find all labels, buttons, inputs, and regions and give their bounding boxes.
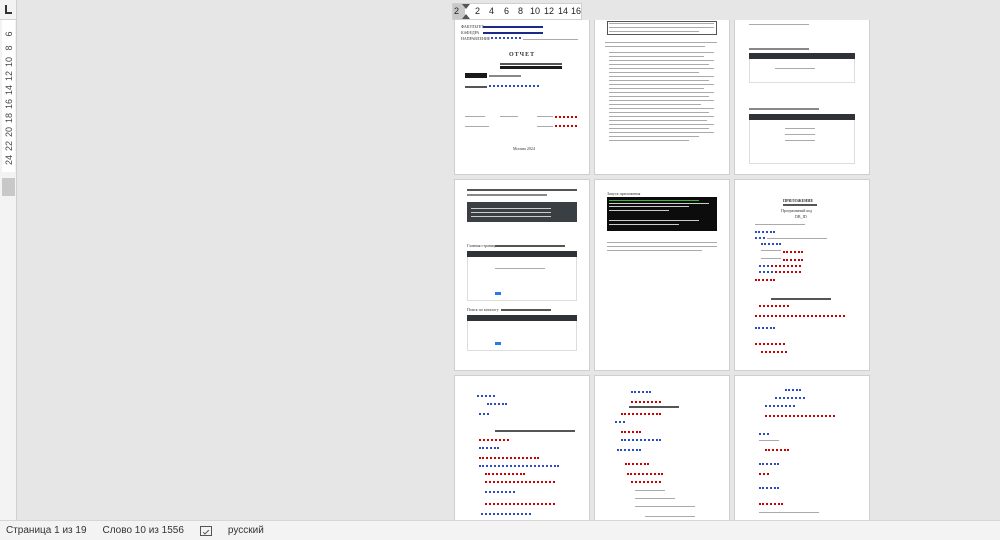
ruler-tick: 18 [4, 113, 14, 124]
ruler-bottom-margin [2, 178, 15, 196]
screenshot [467, 251, 577, 301]
tab-selector-button[interactable] [0, 0, 17, 20]
ruler-tick: 2 [475, 6, 481, 16]
proofing-check-icon[interactable] [199, 525, 212, 536]
ruler-tick: 24 [4, 155, 14, 166]
page-3[interactable] [735, 20, 869, 174]
hanging-indent-handle[interactable] [462, 14, 470, 19]
ruler-tick: 10 [4, 57, 14, 68]
figure-caption: Главная страница [467, 243, 497, 248]
ruler-tick: 6 [504, 6, 510, 16]
ruler-tick: 14 [4, 85, 14, 96]
status-bar: Страница 1 из 19 Слово 10 из 1556 русски… [0, 520, 1000, 540]
appendix-subtitle: Программный код [781, 208, 812, 213]
page-6[interactable]: ПРИЛОЖЕНИЕ Программный код DB_ID [735, 180, 869, 370]
header-line: НАПРАВЛЕНИЕ [461, 36, 491, 41]
screenshot [749, 114, 855, 164]
ruler-tick: 16 [571, 6, 582, 16]
horizontal-ruler[interactable]: 2 2 4 6 8 10 12 14 16 [452, 3, 582, 20]
appendix-title: ПРИЛОЖЕНИЕ [783, 198, 814, 203]
first-line-indent-handle[interactable] [462, 4, 470, 9]
page-1[interactable]: ФАКУЛЬТЕТ КАФЕДРА НАПРАВЛЕНИЕ ОТЧЕТ Моск… [455, 20, 589, 174]
ruler-tick: 12 [544, 6, 555, 16]
page-indicator[interactable]: Страница 1 из 19 [6, 525, 87, 536]
ruler-tick: 20 [4, 127, 14, 138]
ruler-tick: 12 [4, 71, 14, 82]
document-workspace[interactable]: ФАКУЛЬТЕТ КАФЕДРА НАПРАВЛЕНИЕ ОТЧЕТ Моск… [18, 20, 1000, 520]
page-8[interactable] [595, 376, 729, 520]
page-7[interactable] [455, 376, 589, 520]
page-4[interactable]: Главная страница Поиск по каталогу [455, 180, 589, 370]
vertical-ruler[interactable]: 6 8 10 12 14 16 18 20 22 24 [0, 20, 17, 520]
ruler-tick: 16 [4, 99, 14, 110]
figure-caption: Поиск по каталогу [467, 307, 499, 312]
header-line: ФАКУЛЬТЕТ [461, 24, 484, 29]
ruler-tick: 22 [4, 141, 14, 152]
page-2[interactable] [595, 20, 729, 174]
page-5[interactable]: Запуск приложения [595, 180, 729, 370]
figure-caption: Запуск приложения [607, 191, 641, 196]
file-label: DB_ID [795, 214, 807, 219]
word-count[interactable]: Слово 10 из 1556 [103, 525, 184, 536]
ruler-tick: 8 [4, 45, 14, 51]
ruler-tick: 14 [558, 6, 569, 16]
ruler-tick: 10 [530, 6, 541, 16]
ruler-tick: 8 [518, 6, 524, 16]
date-label: Москва 2024 [513, 146, 535, 151]
indent-marker[interactable] [462, 4, 470, 20]
ruler-tick: 2 [454, 6, 460, 16]
ruler-tick: 6 [4, 31, 14, 37]
header-line: КАФЕДРА [461, 30, 480, 35]
ruler-tick: 4 [489, 6, 495, 16]
page-title: ОТЧЕТ [509, 52, 536, 58]
page-9[interactable] [735, 376, 869, 520]
language-indicator[interactable]: русский [228, 525, 264, 536]
left-tab-icon [5, 5, 12, 14]
